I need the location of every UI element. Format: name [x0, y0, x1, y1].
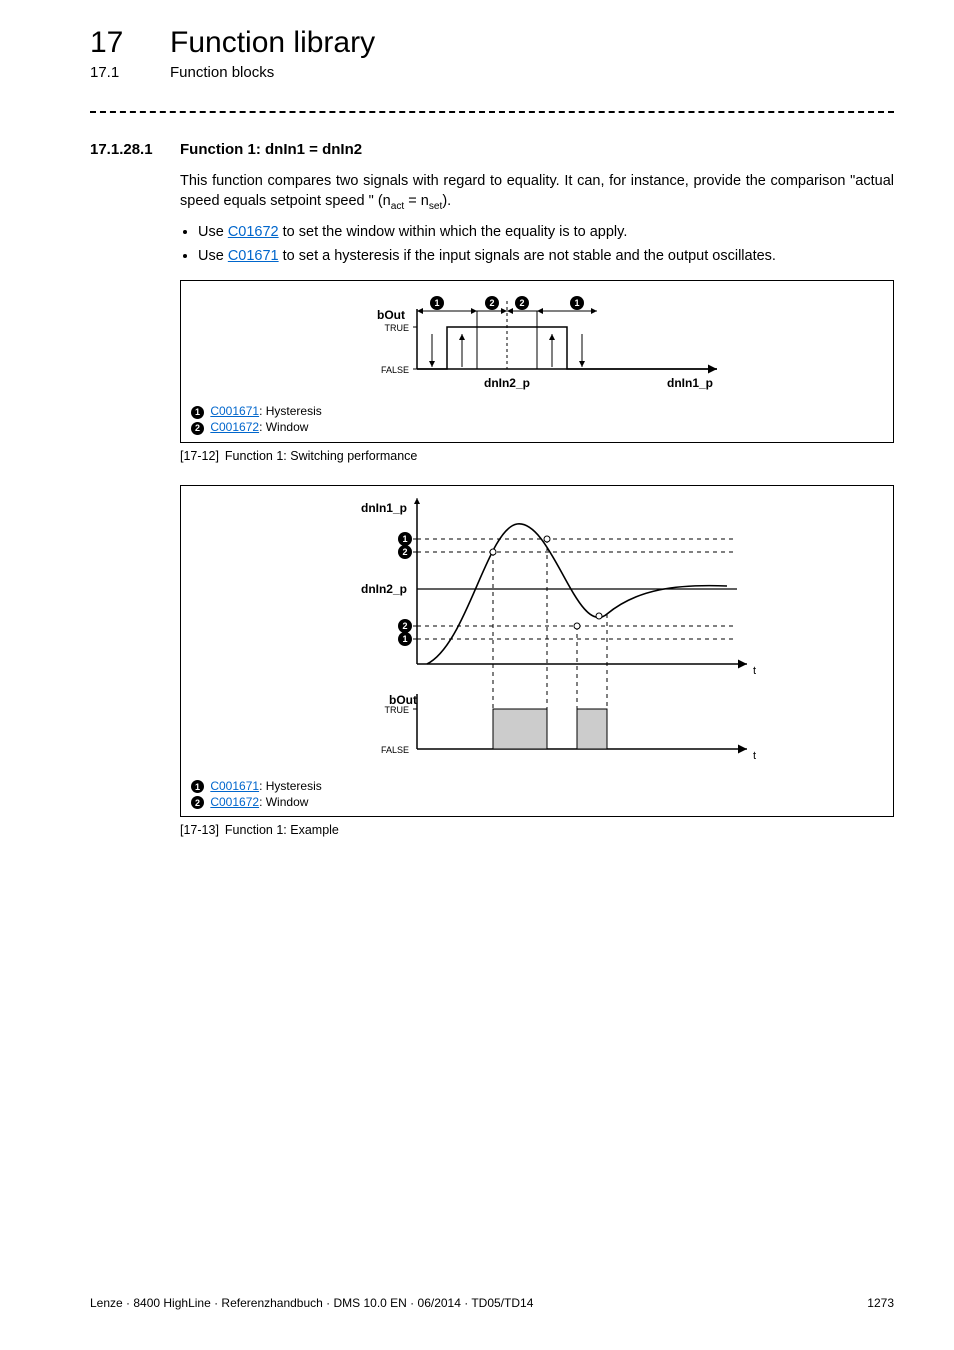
svg-text:dnIn2_p: dnIn2_p: [361, 582, 407, 596]
svg-text:dnIn2_p: dnIn2_p: [484, 376, 530, 390]
link-c001671[interactable]: C001671: [210, 779, 259, 793]
body-sub: set: [429, 200, 443, 211]
legend-text: : Window: [259, 420, 308, 434]
svg-text:2: 2: [402, 547, 407, 557]
body-paragraph: This function compares two signals with …: [180, 172, 894, 213]
svg-text:1: 1: [434, 298, 439, 308]
footer-page-number: 1273: [867, 1296, 894, 1310]
figure-2-svg: t dnIn1_p dnIn2_p 1 2 2 1: [277, 494, 797, 774]
legend-text: : Hysteresis: [259, 779, 322, 793]
list-text: Use: [198, 248, 228, 264]
list-text: to set a hysteresis if the input signals…: [279, 248, 776, 264]
legend-text: : Hysteresis: [259, 404, 322, 418]
svg-text:2: 2: [489, 298, 494, 308]
svg-text:dnIn1_p: dnIn1_p: [361, 501, 407, 515]
svg-text:t: t: [753, 665, 756, 677]
list-text: to set the window within which the equal…: [279, 224, 628, 240]
body-text: = n: [404, 193, 429, 209]
figure-1-caption: [17-12] Function 1: Switching performance: [180, 449, 894, 463]
svg-text:2: 2: [519, 298, 524, 308]
section-title: Function blocks: [170, 64, 274, 81]
footer-left: Lenze · 8400 HighLine · Referenzhandbuch…: [90, 1296, 533, 1310]
figure-tag: [17-12]: [180, 449, 219, 463]
svg-text:t: t: [753, 750, 756, 762]
body-sub: act: [391, 200, 405, 211]
link-c001672[interactable]: C001672: [210, 795, 259, 809]
svg-text:TRUE: TRUE: [385, 323, 410, 333]
subsection-number: 17.1.28.1: [90, 141, 180, 158]
svg-text:dnIn1_p: dnIn1_p: [667, 376, 713, 390]
figure-caption-text: Function 1: Example: [225, 823, 339, 837]
figure-caption-text: Function 1: Switching performance: [225, 449, 417, 463]
body-text: ).: [442, 193, 451, 209]
svg-text:bOut: bOut: [377, 308, 405, 322]
link-c01672[interactable]: C01672: [228, 224, 279, 240]
figure-1-svg: TRUE FALSE bOut 1: [297, 289, 777, 399]
separator: [90, 111, 894, 113]
figure-2-caption: [17-13] Function 1: Example: [180, 823, 894, 837]
svg-text:1: 1: [402, 634, 407, 644]
svg-text:1: 1: [402, 534, 407, 544]
chapter-title: Function library: [170, 26, 375, 60]
svg-text:1: 1: [574, 298, 579, 308]
list-item: Use C01671 to set a hysteresis if the in…: [198, 247, 894, 267]
list-item: Use C01672 to set the window within whic…: [198, 223, 894, 243]
link-c01671[interactable]: C01671: [228, 248, 279, 264]
legend-text: : Window: [259, 795, 308, 809]
body-text: This function compares two signals with …: [180, 173, 894, 209]
figure-2-legend: 1 C001671: Hysteresis 2 C001672: Window: [191, 778, 883, 810]
figure-tag: [17-13]: [180, 823, 219, 837]
figure-2-frame: t dnIn1_p dnIn2_p 1 2 2 1: [180, 485, 894, 817]
body-list: Use C01672 to set the window within whic…: [180, 223, 894, 266]
figure-1-frame: TRUE FALSE bOut 1: [180, 280, 894, 442]
link-c001671[interactable]: C001671: [210, 404, 259, 418]
section-number: 17.1: [90, 64, 170, 81]
chapter-number: 17: [90, 26, 170, 60]
svg-text:2: 2: [402, 621, 407, 631]
svg-text:FALSE: FALSE: [381, 745, 409, 755]
svg-text:TRUE: TRUE: [385, 705, 410, 715]
svg-text:FALSE: FALSE: [381, 365, 409, 375]
list-text: Use: [198, 224, 228, 240]
subsection-title: Function 1: dnIn1 = dnIn2: [180, 141, 362, 158]
figure-1-legend: 1 C001671: Hysteresis 2 C001672: Window: [191, 403, 883, 435]
link-c001672[interactable]: C001672: [210, 420, 259, 434]
